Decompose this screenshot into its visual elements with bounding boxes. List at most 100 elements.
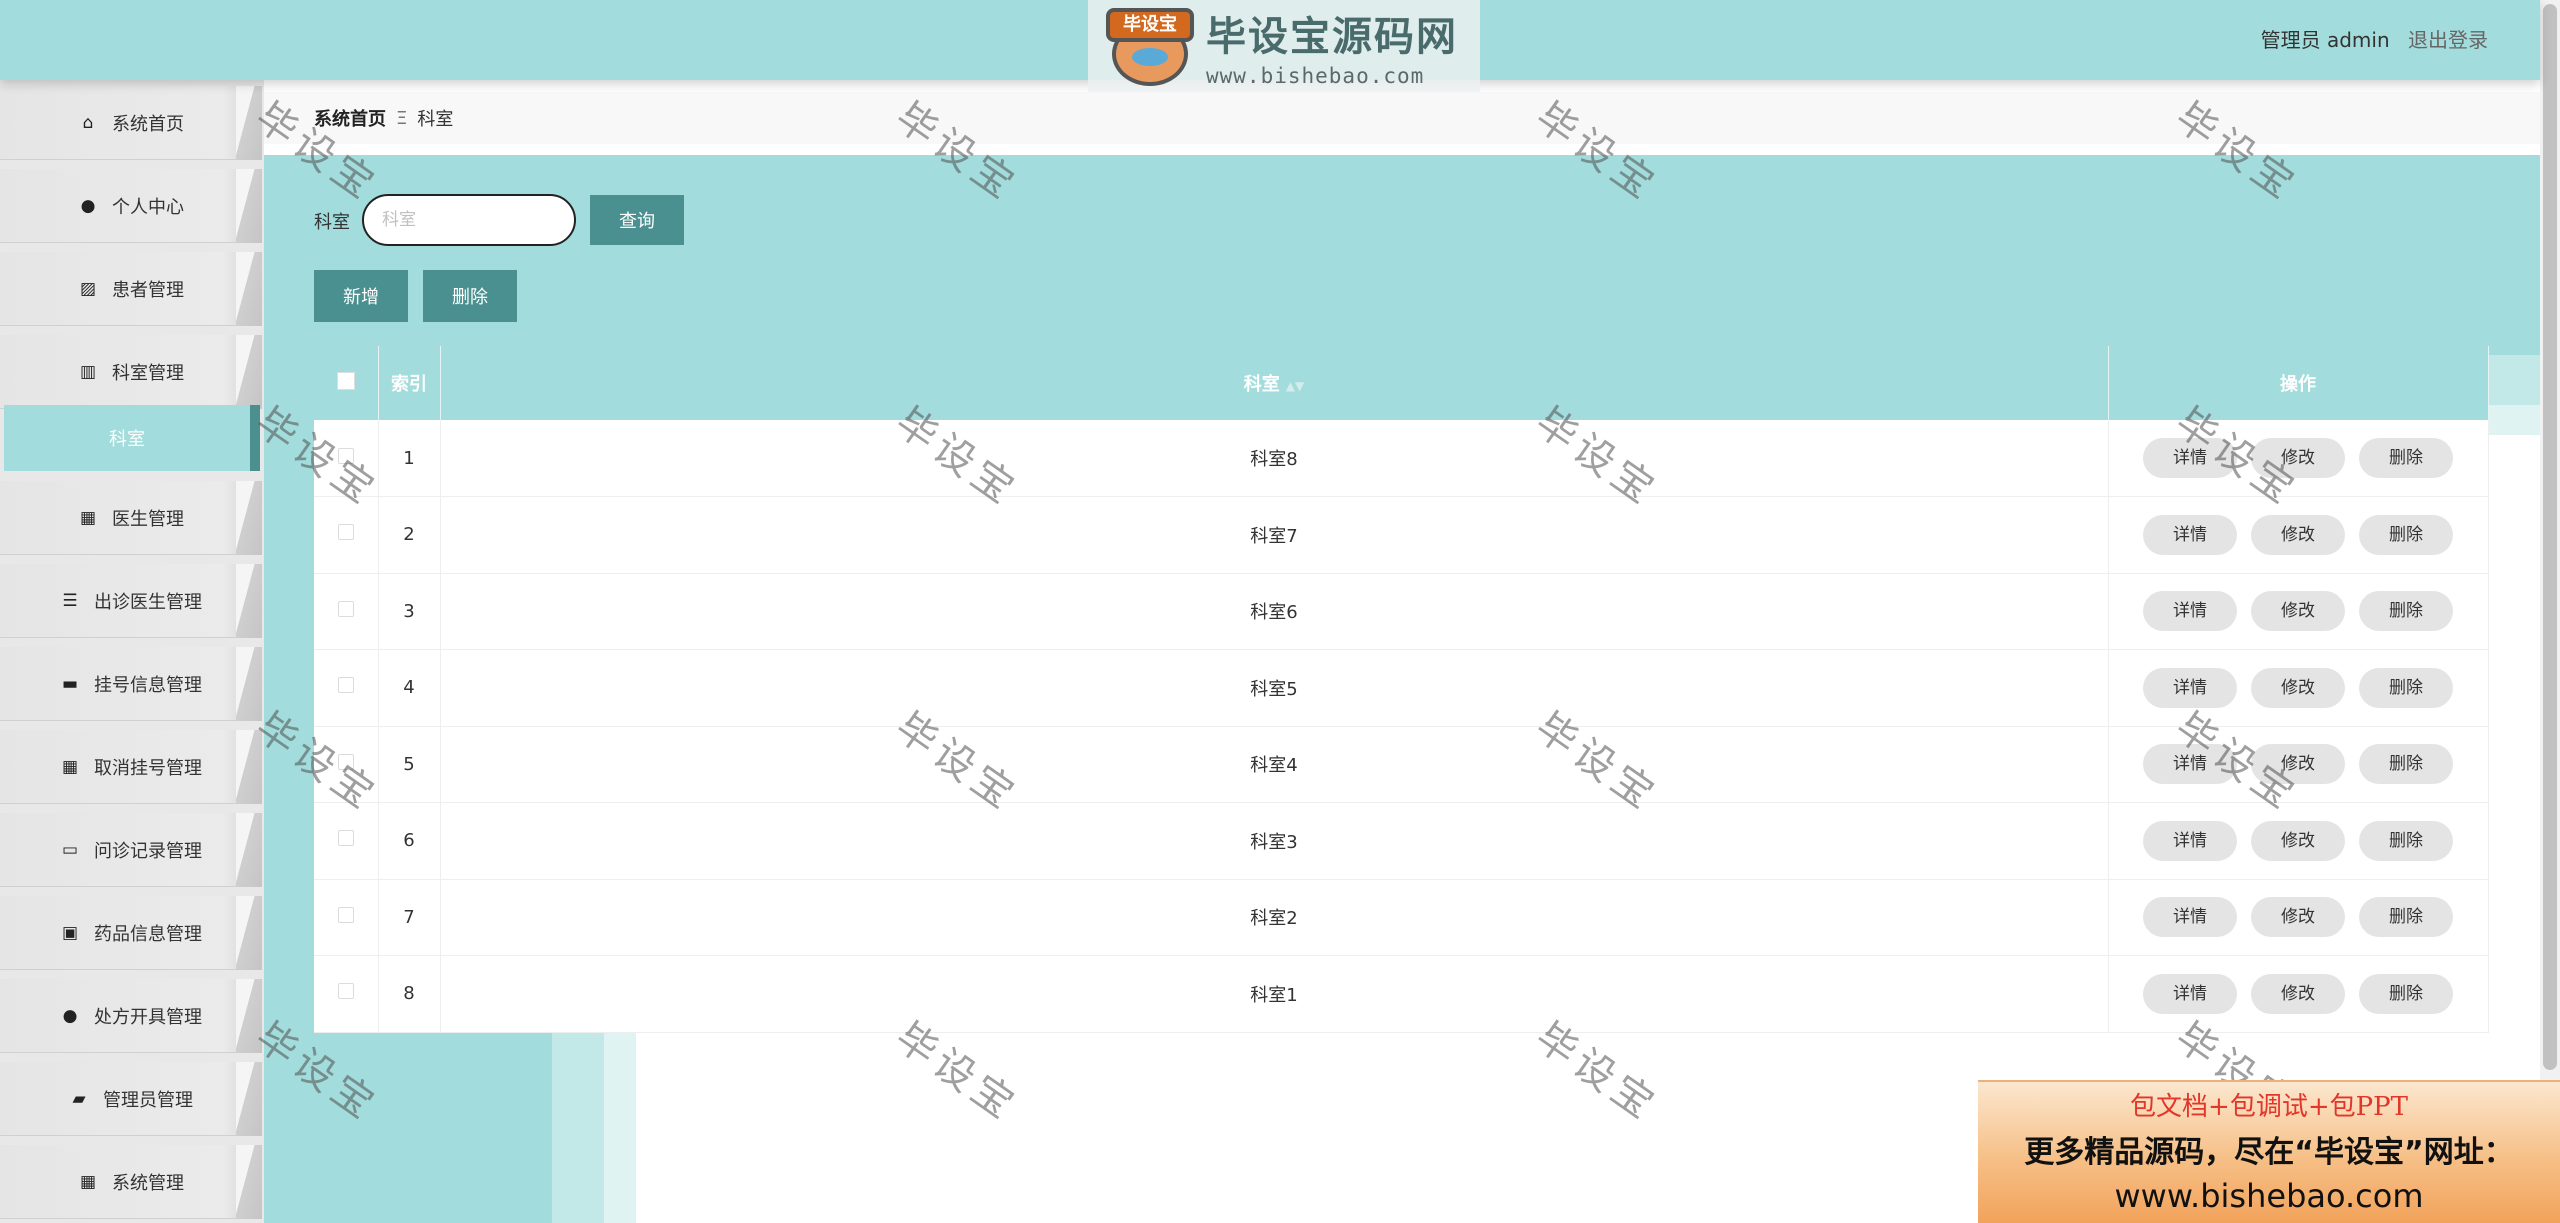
query-button[interactable]: 查询 (590, 195, 684, 245)
wallet-icon: ▰ (72, 1088, 86, 1109)
clipboard-icon: ▣ (61, 922, 79, 943)
row-department: 科室4 (440, 726, 2109, 803)
delete-button[interactable]: 删除 (2359, 973, 2453, 1014)
row-checkbox[interactable] (337, 677, 354, 694)
sidebar-item-profile[interactable]: ● 个人中心 (0, 169, 262, 243)
sidebar-item-label: 系统首页 (112, 113, 184, 135)
row-department: 科室6 (440, 573, 2109, 650)
add-button[interactable]: 新增 (314, 270, 408, 322)
edit-button[interactable]: 修改 (2251, 973, 2345, 1014)
row-department: 科室5 (440, 649, 2109, 726)
sidebar-item-cancel-registration[interactable]: ▦ 取消挂号管理 (0, 730, 262, 804)
select-all-checkbox[interactable] (336, 371, 355, 390)
delete-button[interactable]: 删除 (2359, 667, 2453, 708)
edit-button[interactable]: 修改 (2251, 744, 2345, 785)
sidebar-item-home[interactable]: ⌂ 系统首页 (0, 86, 262, 160)
grid-icon: ▦ (79, 1171, 97, 1192)
site-logo: 毕设宝 毕设宝源码网 www.bishebao.com (1088, 0, 1480, 92)
row-checkbox[interactable] (337, 600, 354, 617)
breadcrumb-separator-icon: Ξ (396, 107, 408, 129)
current-user: 管理员 admin (2260, 28, 2390, 52)
delete-button[interactable]: 删除 (2359, 744, 2453, 785)
logout-link[interactable]: 退出登录 (2408, 28, 2488, 52)
search-input[interactable] (362, 194, 576, 246)
detail-button[interactable]: 详情 (2143, 591, 2237, 632)
sidebar-item-prescriptions[interactable]: ● 处方开具管理 (0, 979, 262, 1053)
edit-button[interactable]: 修改 (2251, 514, 2345, 555)
row-checkbox[interactable] (337, 753, 354, 770)
sidebar-item-departments[interactable]: ▥ 科室管理 (0, 335, 262, 409)
table-row: 4 科室5 详情 修改 删除 (314, 649, 2489, 726)
sidebar-item-consult-records[interactable]: ▭ 问诊记录管理 (0, 813, 262, 887)
sidebar-item-label: 问诊记录管理 (94, 840, 202, 862)
pin-icon: ● (62, 1005, 78, 1026)
user-icon: ● (80, 195, 96, 216)
ad-url: www.bishebao.com (2114, 1177, 2424, 1215)
monitor-icon: ▭ (61, 839, 79, 860)
row-department: 科室2 (440, 879, 2109, 956)
submenu-department[interactable]: 科室 (4, 405, 260, 471)
scrollbar-thumb[interactable] (2543, 4, 2557, 1070)
edit-button[interactable]: 修改 (2251, 667, 2345, 708)
sidebar-item-label: 医生管理 (112, 508, 184, 530)
table-row: 3 科室6 详情 修改 删除 (314, 573, 2489, 650)
books-icon: ▥ (79, 361, 97, 382)
sidebar-item-label: 个人中心 (112, 196, 184, 218)
sidebar-item-label: 出诊医生管理 (94, 591, 202, 613)
table-header-row: 索引 科室 ▲▼ 操作 (314, 346, 2489, 420)
row-checkbox[interactable] (337, 983, 354, 1000)
detail-button[interactable]: 详情 (2143, 514, 2237, 555)
detail-button[interactable]: 详情 (2143, 744, 2237, 785)
grid-icon: ▦ (79, 507, 97, 528)
sidebar-item-patients[interactable]: ▨ 患者管理 (0, 252, 262, 326)
edit-button[interactable]: 修改 (2251, 591, 2345, 632)
delete-button[interactable]: 删除 (2359, 514, 2453, 555)
sidebar-item-system[interactable]: ▦ 系统管理 (0, 1145, 262, 1219)
sidebar-item-label: 药品信息管理 (94, 923, 202, 945)
row-checkbox[interactable] (337, 447, 354, 464)
detail-button[interactable]: 详情 (2143, 973, 2237, 1014)
detail-button[interactable]: 详情 (2143, 667, 2237, 708)
table-row: 6 科室3 详情 修改 删除 (314, 802, 2489, 879)
sidebar-item-medicine[interactable]: ▣ 药品信息管理 (0, 896, 262, 970)
breadcrumb: 系统首页 Ξ 科室 (264, 92, 2540, 144)
row-department: 科室1 (440, 955, 2109, 1032)
row-index: 5 (378, 726, 441, 803)
sidebar-item-label: 挂号信息管理 (94, 674, 202, 696)
bulk-delete-button[interactable]: 删除 (423, 270, 517, 322)
sidebar-item-admins[interactable]: ▰ 管理员管理 (0, 1062, 262, 1136)
toolbar-panel (264, 155, 2540, 355)
sidebar-item-doctors[interactable]: ▦ 医生管理 (0, 481, 262, 555)
detail-button[interactable]: 详情 (2143, 897, 2237, 938)
delete-button[interactable]: 删除 (2359, 438, 2453, 478)
row-index: 3 (378, 573, 441, 650)
table-row: 1 科室8 详情 修改 删除 (314, 420, 2489, 497)
table-row: 5 科室4 详情 修改 删除 (314, 726, 2489, 803)
edit-button[interactable]: 修改 (2251, 897, 2345, 938)
ad-line: 更多精品源码，尽在“毕设宝”网址： (2024, 1135, 2514, 1170)
row-index: 4 (378, 649, 441, 726)
breadcrumb-home[interactable]: 系统首页 (314, 105, 386, 131)
row-checkbox[interactable] (337, 830, 354, 847)
delete-button[interactable]: 删除 (2359, 591, 2453, 632)
logo-mascot-icon: 毕设宝 (1102, 2, 1198, 90)
edit-button[interactable]: 修改 (2251, 438, 2345, 478)
row-index: 1 (378, 420, 441, 497)
header-department[interactable]: 科室 ▲▼ (440, 346, 2109, 420)
logo-url: www.bishebao.com (1206, 64, 1425, 88)
row-checkbox[interactable] (337, 524, 354, 541)
sidebar-item-registration[interactable]: ▬ 挂号信息管理 (0, 647, 262, 721)
edit-button[interactable]: 修改 (2251, 820, 2345, 861)
scrollbar[interactable] (2540, 0, 2560, 1223)
row-checkbox[interactable] (337, 906, 354, 923)
sort-icon[interactable]: ▲▼ (1286, 379, 1304, 393)
delete-button[interactable]: 删除 (2359, 897, 2453, 938)
list-icon: ☰ (62, 590, 78, 611)
logo-title: 毕设宝源码网 (1206, 14, 1458, 60)
delete-button[interactable]: 删除 (2359, 820, 2453, 861)
ad-banner[interactable]: 包文档+包调试+包PPT 更多精品源码，尽在“毕设宝”网址： www.bishe… (1978, 1080, 2560, 1223)
sidebar-item-visiting-doctors[interactable]: ☰ 出诊医生管理 (0, 564, 262, 638)
detail-button[interactable]: 详情 (2143, 820, 2237, 861)
detail-button[interactable]: 详情 (2143, 438, 2237, 478)
header-operations: 操作 (2108, 346, 2489, 420)
